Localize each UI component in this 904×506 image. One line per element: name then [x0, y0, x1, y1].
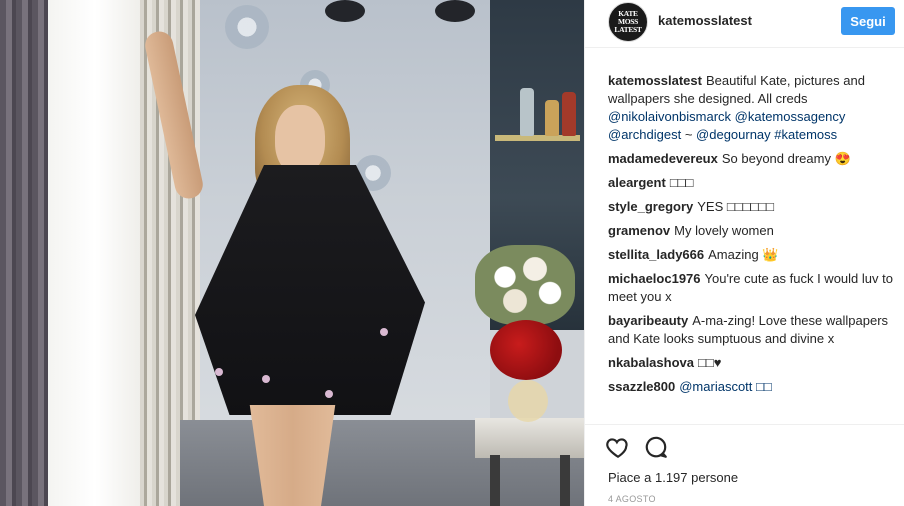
- photo-dark-flower: [435, 0, 475, 22]
- photo-wall-flower: [225, 5, 269, 49]
- comment-username[interactable]: michaeloc1976: [608, 271, 701, 286]
- comment-username[interactable]: aleargent: [608, 175, 666, 190]
- photo-table-leg: [560, 455, 570, 506]
- photo-white-flowers: [475, 245, 575, 325]
- comment-text: YES □□□□□□: [697, 199, 775, 214]
- caption-tilde: ~: [684, 127, 693, 142]
- comment-bubble-icon[interactable]: [643, 434, 669, 460]
- photo-red-roses: [490, 320, 562, 380]
- comment-username[interactable]: gramenov: [608, 223, 670, 238]
- mention-link[interactable]: @archdigest: [608, 127, 681, 142]
- comment-item: michaeloc1976 You're cute as fuck I would…: [608, 270, 898, 306]
- photo-bottle: [520, 88, 534, 136]
- instagram-post: KATE MOSS LATEST katemosslatest Segui ka…: [0, 0, 904, 506]
- follow-button[interactable]: Segui: [841, 7, 895, 35]
- comment-item: nkabalashova □□♥: [608, 354, 898, 372]
- comment-item: ssazzle800 @mariascott □□: [608, 378, 898, 396]
- comment-username[interactable]: nkabalashova: [608, 355, 694, 370]
- avatar[interactable]: KATE MOSS LATEST: [608, 2, 648, 42]
- post-date[interactable]: 4 AGOSTO: [608, 494, 656, 504]
- photo-curtain: [0, 0, 48, 506]
- photo-table-leg: [490, 455, 500, 506]
- photo-window: [40, 0, 150, 506]
- hashtag-link[interactable]: #katemoss: [774, 127, 837, 142]
- actions-divider: [585, 424, 904, 425]
- comment-text: So beyond dreamy 😍: [721, 151, 851, 166]
- comment-item: bayaribeauty A-ma-zing! Love these wallpa…: [608, 312, 898, 348]
- comments-list[interactable]: katemosslatest Beautiful Kate, pictures a…: [608, 72, 898, 424]
- comment-username[interactable]: style_gregory: [608, 199, 693, 214]
- comment-username[interactable]: madamedevereux: [608, 151, 718, 166]
- photo-embroidery: [325, 390, 333, 398]
- comment-item: style_gregory YES □□□□□□: [608, 198, 898, 216]
- post-actions: [605, 434, 669, 462]
- photo-side-table: [475, 418, 584, 458]
- avatar-text-line1: KATE MOSS: [617, 9, 639, 26]
- comment-username[interactable]: stellita_lady666: [608, 247, 704, 262]
- photo-embroidery: [215, 368, 223, 376]
- avatar-label: KATE MOSS LATEST: [609, 10, 647, 34]
- photo-embroidery: [262, 375, 270, 383]
- photo-embroidery: [380, 328, 388, 336]
- mention-link[interactable]: @nikolaivonbismarck: [608, 109, 731, 124]
- comment-text: □□□: [669, 175, 694, 190]
- likes-count[interactable]: Piace a 1.197 persone: [608, 470, 738, 485]
- comment-username[interactable]: bayaribeauty: [608, 313, 688, 328]
- photo-bottle: [545, 100, 559, 136]
- photo-dark-flower: [325, 0, 365, 22]
- photo-vase: [508, 380, 548, 422]
- mention-link[interactable]: @degournay: [696, 127, 771, 142]
- comment-item: madamedevereux So beyond dreamy 😍: [608, 150, 898, 168]
- comment-username[interactable]: ssazzle800: [608, 379, 675, 394]
- comment-text: My lovely women: [674, 223, 774, 238]
- comment-item: stellita_lady666 Amazing 👑: [608, 246, 898, 264]
- heart-icon[interactable]: [605, 434, 631, 460]
- post-side-panel: KATE MOSS LATEST katemosslatest Segui ka…: [584, 0, 904, 506]
- comment-item: gramenov My lovely women: [608, 222, 898, 240]
- header-username[interactable]: katemosslatest: [658, 13, 752, 28]
- mention-link[interactable]: @katemossagency: [735, 109, 846, 124]
- comment-text: Amazing 👑: [708, 247, 779, 262]
- comment-text: □□♥: [698, 355, 722, 370]
- comment-text: @mariascott □□: [679, 379, 772, 394]
- photo-model-face: [275, 105, 325, 175]
- post-photo[interactable]: [0, 0, 584, 506]
- post-header: KATE MOSS LATEST katemosslatest Segui: [585, 0, 904, 48]
- caption-username[interactable]: katemosslatest: [608, 73, 702, 88]
- photo-bottle: [562, 92, 576, 136]
- avatar-text-line2: LATEST: [614, 25, 642, 34]
- post-caption: katemosslatest Beautiful Kate, pictures a…: [608, 72, 898, 144]
- comment-item: aleargent □□□: [608, 174, 898, 192]
